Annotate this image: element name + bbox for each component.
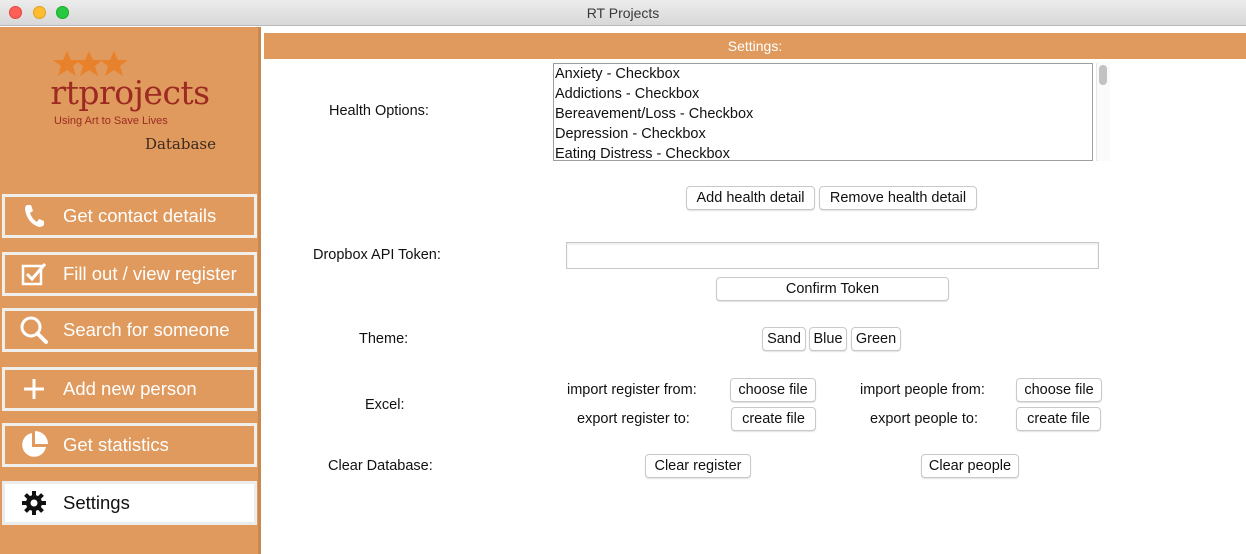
theme-label: Theme: <box>359 331 409 347</box>
export-people-create-file-button[interactable]: create file <box>1016 407 1101 431</box>
health-options-list[interactable]: Anxiety - Checkbox Addictions - Checkbox… <box>553 63 1093 161</box>
import-people-choose-file-button[interactable]: choose file <box>1016 378 1102 402</box>
window-title: RT Projects <box>586 5 660 21</box>
theme-blue-button[interactable]: Blue <box>809 327 847 351</box>
health-options-label: Health Options: <box>329 103 429 119</box>
excel-label: Excel: <box>365 397 405 413</box>
list-item[interactable]: Addictions - Checkbox <box>554 84 1092 104</box>
sidebar-item-search[interactable]: Search for someone <box>2 308 257 352</box>
logo-tagline: Using Art to Save Lives <box>54 115 168 127</box>
plus-icon <box>5 378 63 400</box>
list-item[interactable]: Anxiety - Checkbox <box>554 64 1092 84</box>
sidebar-item-label: Fill out / view register <box>63 263 237 284</box>
health-list-scrollbar[interactable] <box>1096 63 1110 161</box>
export-register-label: export register to: <box>577 411 690 427</box>
clear-database-label: Clear Database: <box>328 458 433 474</box>
sidebar-item-label: Settings <box>63 492 130 513</box>
phone-icon <box>5 204 63 228</box>
list-item[interactable]: Depression - Checkbox <box>554 124 1092 144</box>
confirm-token-button[interactable]: Confirm Token <box>716 277 949 301</box>
checkbox-icon <box>5 262 63 286</box>
theme-sand-button[interactable]: Sand <box>762 327 806 351</box>
sidebar-item-label: Get contact details <box>63 205 217 226</box>
export-people-label: export people to: <box>870 411 979 427</box>
dropbox-token-label: Dropbox API Token: <box>313 247 441 263</box>
list-item[interactable]: Bereavement/Loss - Checkbox <box>554 104 1092 124</box>
sidebar-item-get-contact-details[interactable]: Get contact details <box>2 194 257 238</box>
pie-chart-icon <box>5 430 63 460</box>
dropbox-token-input[interactable] <box>566 242 1099 269</box>
sidebar-item-fill-out-register[interactable]: Fill out / view register <box>2 252 257 296</box>
sidebar-item-label: Get statistics <box>63 434 169 455</box>
remove-health-detail-button[interactable]: Remove health detail <box>819 186 977 210</box>
search-icon <box>5 315 63 345</box>
logo: rtprojects Using Art to Save Lives Datab… <box>0 27 258 187</box>
sidebar-item-label: Search for someone <box>63 319 230 340</box>
import-register-label: import register from: <box>567 382 697 398</box>
export-register-create-file-button[interactable]: create file <box>731 407 816 431</box>
settings-header: Settings: <box>264 33 1246 59</box>
sidebar-item-add-new-person[interactable]: Add new person <box>2 367 257 411</box>
clear-register-button[interactable]: Clear register <box>645 454 751 478</box>
add-health-detail-button[interactable]: Add health detail <box>686 186 815 210</box>
sidebar-item-label: Add new person <box>63 378 197 399</box>
window-titlebar: RT Projects <box>0 0 1246 26</box>
theme-green-button[interactable]: Green <box>851 327 901 351</box>
gear-icon <box>5 490 63 516</box>
logo-subtitle: Database <box>144 135 216 153</box>
scrollbar-thumb[interactable] <box>1099 65 1107 85</box>
import-people-label: import people from: <box>860 382 985 398</box>
logo-wordmark: rtprojects <box>50 73 210 112</box>
list-item[interactable]: Eating Distress - Checkbox <box>554 144 1092 160</box>
sidebar-item-settings[interactable]: Settings <box>2 481 257 525</box>
sidebar: rtprojects Using Art to Save Lives Datab… <box>0 27 261 554</box>
sidebar-item-get-statistics[interactable]: Get statistics <box>2 423 257 467</box>
clear-people-button[interactable]: Clear people <box>921 454 1019 478</box>
import-register-choose-file-button[interactable]: choose file <box>730 378 816 402</box>
